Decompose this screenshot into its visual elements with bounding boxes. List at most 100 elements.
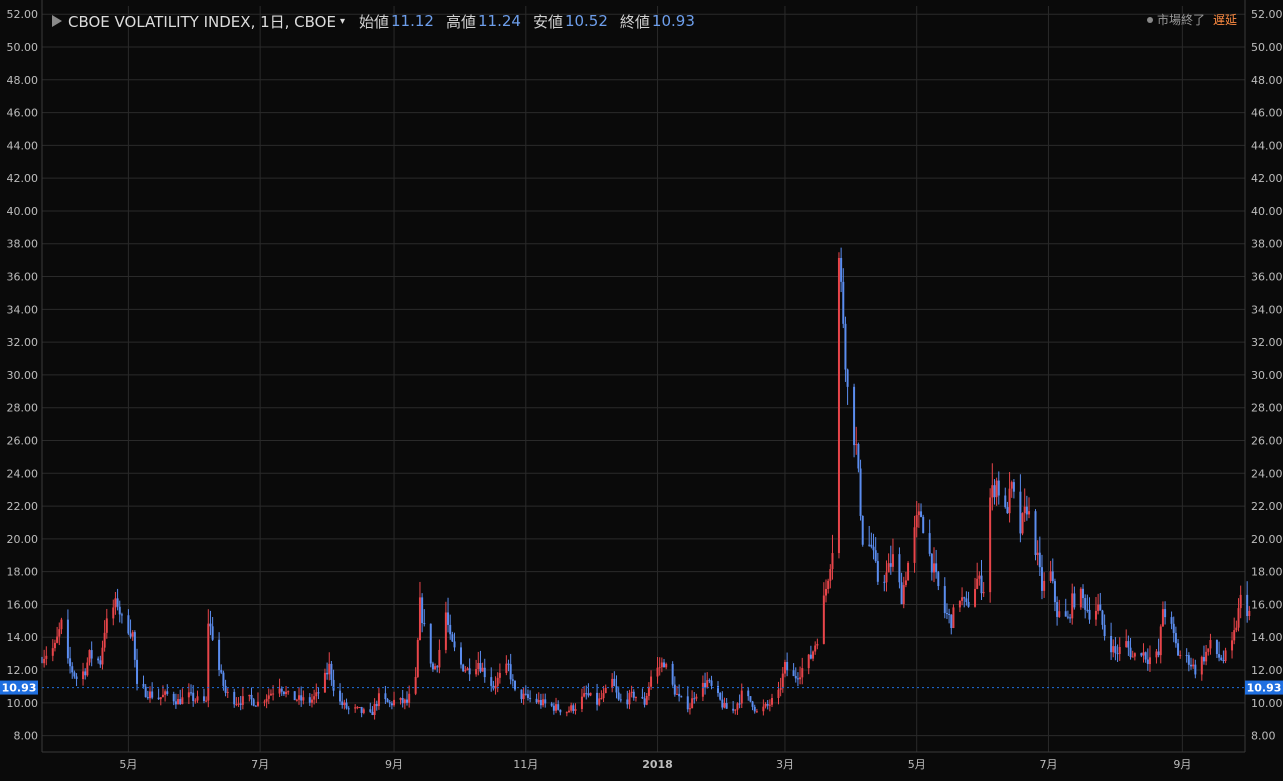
x-tick-label: 5月 — [119, 758, 137, 771]
candle-body — [840, 257, 843, 282]
y-tick-label-right: 20.00 — [1251, 533, 1283, 546]
candle-body — [786, 662, 789, 671]
candle-body — [1028, 511, 1031, 515]
candle-body — [509, 664, 512, 680]
candle-body — [269, 693, 272, 696]
candle-body — [429, 623, 432, 664]
candle-body — [555, 704, 558, 711]
candle-body — [265, 698, 268, 702]
delay-label[interactable]: 遅延 — [1213, 11, 1237, 28]
x-tick-label: 3月 — [776, 758, 794, 771]
candle-body — [965, 598, 968, 602]
candle-body — [1220, 657, 1223, 661]
candle-body — [436, 666, 439, 668]
high-value: 11.24 — [477, 12, 521, 30]
candle-body — [656, 667, 659, 677]
candle-body — [298, 695, 301, 700]
candle-body — [783, 662, 786, 674]
chart-canvas[interactable]: 8.00 8.00 10.00 10.00 12.00 12.00 14.00 14.00 16… — [0, 0, 1283, 777]
candle-body — [887, 563, 890, 573]
candle-body — [1146, 659, 1149, 665]
chevron-down-icon[interactable]: ▾ — [340, 16, 345, 27]
candle-body — [1224, 650, 1227, 661]
candle-body — [958, 600, 961, 608]
y-tick-label-left: 50.00 — [7, 41, 39, 54]
candle-body — [360, 707, 363, 713]
candle-body — [369, 709, 372, 712]
chart[interactable]: 8.00 8.00 10.00 10.00 12.00 12.00 14.00 14.00 16… — [0, 0, 1283, 777]
symbol-title[interactable]: CBOE VOLATILITY INDEX, 1日, CBOE — [68, 11, 336, 32]
candle-body — [235, 704, 238, 706]
candle-body — [159, 697, 162, 700]
candle-body — [1131, 656, 1134, 658]
y-tick-label-right: 8.00 — [1251, 730, 1276, 743]
candle-body — [399, 697, 402, 700]
candle-body — [589, 692, 592, 696]
candle-body — [632, 691, 635, 698]
candle-body — [146, 697, 149, 699]
candle-body — [1025, 506, 1028, 515]
candle-body — [1174, 633, 1177, 644]
candle-body — [799, 677, 802, 680]
candle-body — [1172, 623, 1175, 634]
candle-body — [1239, 594, 1242, 609]
candle-body — [1079, 588, 1082, 608]
y-tick-label-left: 30.00 — [7, 369, 39, 382]
candle-body — [278, 688, 281, 694]
y-tick-label-right: 18.00 — [1251, 566, 1283, 579]
candle-body — [762, 706, 765, 712]
y-tick-label-right: 10.00 — [1251, 697, 1283, 710]
candle-body — [190, 692, 193, 694]
candle-body — [1053, 581, 1056, 603]
candle-body — [444, 612, 447, 650]
candle-body — [976, 578, 979, 589]
candle-body — [1179, 655, 1182, 657]
candle-body — [1129, 647, 1132, 657]
candle-body — [665, 663, 668, 668]
candle-body — [613, 678, 616, 686]
candle-body — [671, 663, 674, 685]
candle-body — [1194, 664, 1197, 675]
candle-body — [542, 699, 545, 706]
candle-body — [205, 700, 208, 702]
candle-body — [583, 693, 586, 697]
candle-body — [237, 703, 240, 705]
candle-body — [825, 588, 828, 596]
candle-body — [544, 699, 547, 704]
candle-body — [133, 632, 136, 660]
candle-body — [1142, 652, 1145, 656]
candle-body — [626, 699, 629, 705]
candle-body — [723, 703, 726, 708]
candle-body — [658, 667, 661, 669]
candle-body — [889, 563, 892, 567]
candle-body — [967, 601, 970, 607]
y-tick-label-right: 40.00 — [1251, 205, 1283, 218]
candle-body — [1200, 657, 1203, 675]
candle-body — [781, 673, 784, 689]
candle-body — [1038, 552, 1041, 568]
candle-body — [414, 676, 417, 694]
candle-body — [885, 572, 888, 583]
candle-body — [477, 663, 480, 670]
candle-body — [313, 696, 316, 700]
candle-body — [950, 614, 953, 629]
candle-body — [250, 694, 253, 700]
market-status: 市場終了 遅延 — [1146, 11, 1237, 28]
candle-body — [706, 680, 709, 688]
x-tick-label: 11月 — [513, 758, 538, 771]
candle-body — [952, 607, 955, 629]
candle-body — [749, 696, 752, 702]
candle-body — [693, 698, 696, 700]
candle-body — [740, 690, 743, 704]
candle-body — [1110, 636, 1113, 653]
candle-body — [194, 700, 197, 702]
candle-body — [535, 698, 538, 703]
candle-body — [650, 676, 653, 687]
candle-body — [438, 649, 441, 668]
candle-body — [358, 707, 361, 709]
candle-body — [801, 668, 804, 678]
candle-body — [136, 659, 139, 684]
candle-body — [101, 647, 104, 665]
y-tick-label-right: 30.00 — [1251, 369, 1283, 382]
low-value: 10.52 — [564, 12, 608, 30]
